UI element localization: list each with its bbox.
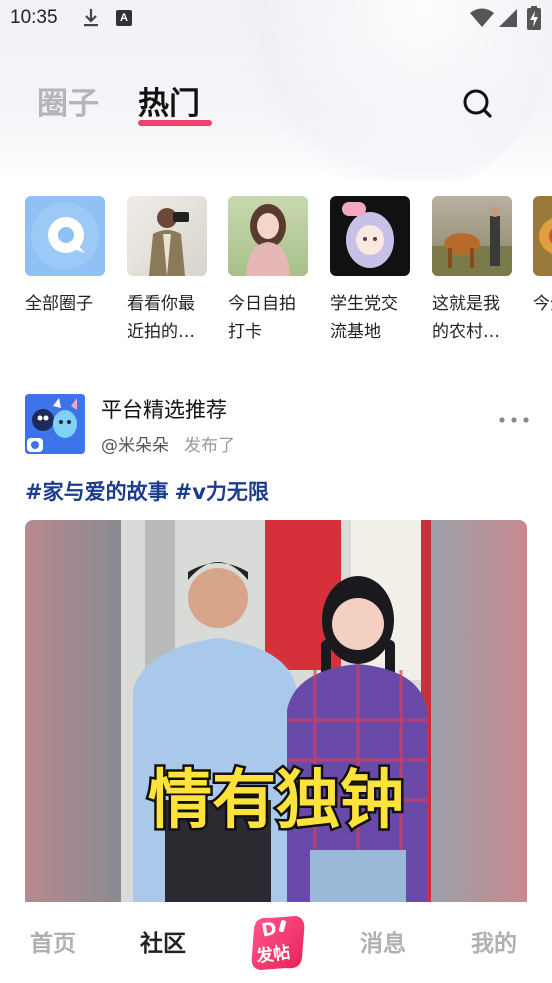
tab-hot[interactable]: 热门	[138, 78, 200, 123]
nav-community[interactable]: 社区	[140, 924, 186, 958]
circle-thumb	[330, 196, 410, 276]
circle-item-all[interactable]: 全部圈子	[25, 196, 105, 318]
circle-thumb	[127, 196, 207, 276]
more-options-icon[interactable]	[498, 410, 530, 430]
circle-label: 今日自拍打卡	[228, 294, 296, 342]
bottom-nav: 首页 社区 D 发帖 消息 我的	[0, 902, 552, 983]
circle-label: 这就是我的农村…	[432, 294, 500, 342]
signal-icon	[499, 9, 517, 27]
post-avatar[interactable]	[25, 394, 85, 454]
circle-label: 看看你最近拍的…	[127, 294, 195, 342]
circle-thumb	[228, 196, 308, 276]
tab-circles[interactable]: 圈子	[37, 78, 99, 123]
nav-home[interactable]: 首页	[30, 924, 76, 958]
search-icon[interactable]	[460, 86, 494, 120]
chat-bubble-icon	[31, 202, 99, 270]
download-icon	[84, 9, 98, 27]
circle-thumb	[533, 196, 552, 276]
active-tab-indicator	[138, 120, 212, 126]
circle-item-countryside[interactable]: 这就是我的农村…	[432, 196, 512, 346]
status-time: 10:35	[10, 7, 58, 28]
circle-item-food[interactable]: 今分	[533, 196, 552, 318]
wifi-icon	[470, 8, 494, 27]
circle-thumb	[25, 196, 105, 276]
post-image[interactable]: 情有独钟	[25, 520, 527, 910]
post-handle[interactable]: @米朵朵	[101, 431, 169, 456]
circle-item-photos[interactable]: 看看你最近拍的…	[127, 196, 207, 346]
nav-mine[interactable]: 我的	[471, 924, 517, 958]
circle-thumb	[432, 196, 512, 276]
battery-charging-icon	[527, 6, 541, 30]
circle-item-students[interactable]: 学生党交流基地	[330, 196, 410, 346]
post-tag[interactable]: #家与爱的故事	[25, 480, 169, 504]
post-tags: #家与爱的故事 #v力无限	[25, 476, 275, 506]
circle-label: 今分	[533, 294, 552, 314]
input-method-icon: A	[116, 10, 132, 26]
post-author-name[interactable]: 平台精选推荐	[101, 394, 227, 424]
status-bar: 10:35 A	[0, 0, 552, 38]
create-post-label: 发帖	[255, 942, 292, 968]
image-caption: 情有独钟	[148, 764, 404, 838]
circle-list: 全部圈子 看看你最近拍的… 今日自拍打卡 学生党交流基地 这就是我的农村… 今	[0, 196, 552, 356]
post-photo: 情有独钟	[25, 520, 527, 910]
avatar-image	[25, 394, 85, 454]
post-tag[interactable]: #v力无限	[175, 480, 269, 504]
post-action-text: 发布了	[184, 436, 235, 456]
nav-messages[interactable]: 消息	[360, 924, 406, 958]
circle-label: 学生党交流基地	[330, 294, 398, 342]
circle-item-selfie[interactable]: 今日自拍打卡	[228, 196, 308, 346]
circle-label: 全部圈子	[25, 294, 93, 314]
